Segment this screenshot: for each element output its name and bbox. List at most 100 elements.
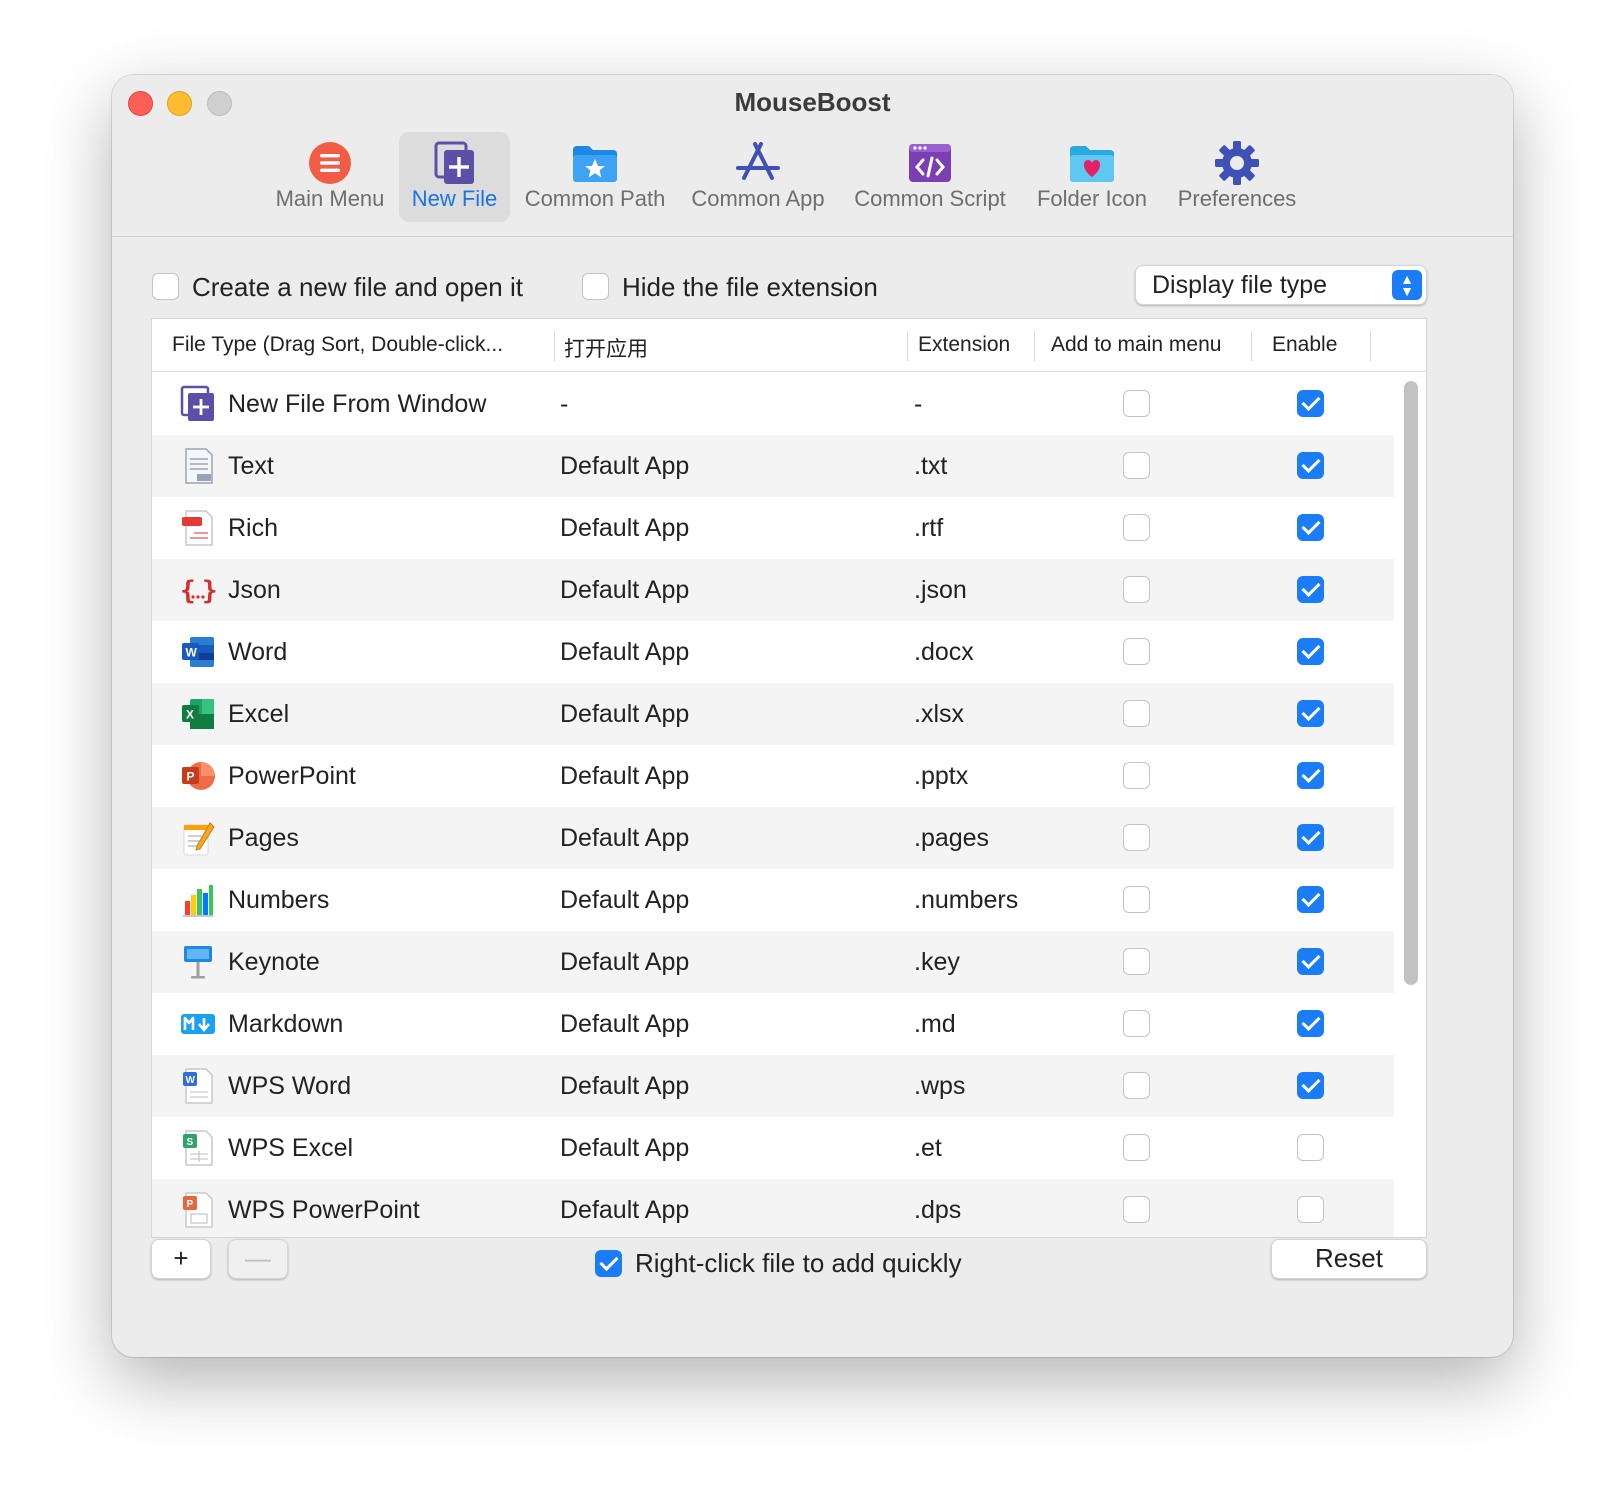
open-app-value[interactable]: Default App xyxy=(560,1010,689,1039)
enable-checkbox[interactable] xyxy=(1297,700,1324,727)
table-row[interactable]: New File From Window - - xyxy=(152,373,1394,435)
extension-value: .rtf xyxy=(914,514,944,542)
enable-checkbox[interactable] xyxy=(1297,514,1324,541)
tab-new-file[interactable]: New File xyxy=(399,132,510,222)
open-app-value[interactable]: Default App xyxy=(560,1134,689,1163)
remove-file-type-button[interactable]: — xyxy=(228,1239,288,1279)
table-row[interactable]: P PowerPoint Default App .pptx xyxy=(152,745,1394,807)
enable-checkbox[interactable] xyxy=(1297,576,1324,603)
table-header: File Type (Drag Sort, Double-click... 打开… xyxy=(152,319,1426,372)
add-main-menu-checkbox[interactable] xyxy=(1123,824,1150,851)
open-app-value[interactable]: Default App xyxy=(560,700,689,729)
create-open-checkbox[interactable] xyxy=(152,273,179,300)
tab-folder-icon[interactable]: Folder Icon xyxy=(1030,132,1154,222)
open-app-value[interactable]: Default App xyxy=(560,1072,689,1101)
table-row[interactable]: Markdown Default App .md xyxy=(152,993,1394,1055)
table-row[interactable]: Keynote Default App .key xyxy=(152,931,1394,993)
table-row[interactable]: W WPS Word Default App .wps xyxy=(152,1055,1394,1117)
table-row[interactable]: X Excel Default App .xlsx xyxy=(152,683,1394,745)
table-body: New File From Window - - Text Default App .tx… xyxy=(152,373,1394,1237)
reset-button[interactable]: Reset xyxy=(1271,1239,1427,1279)
svg-text:}: } xyxy=(202,576,216,606)
column-divider[interactable] xyxy=(1034,331,1035,361)
table-row[interactable]: P WPS PowerPoint Default App .dps xyxy=(152,1179,1394,1237)
add-main-menu-checkbox[interactable] xyxy=(1123,700,1150,727)
powerpoint-icon: P xyxy=(180,757,216,795)
open-app-value[interactable]: Default App xyxy=(560,514,689,543)
add-main-menu-checkbox[interactable] xyxy=(1123,1010,1150,1037)
open-app-value[interactable]: Default App xyxy=(560,452,689,481)
column-header-extension[interactable]: Extension xyxy=(918,333,1010,357)
open-app-value[interactable]: Default App xyxy=(560,886,689,915)
enable-checkbox[interactable] xyxy=(1297,1072,1324,1099)
table-row[interactable]: Text Default App .txt xyxy=(152,435,1394,497)
table-row[interactable]: Pages Default App .pages xyxy=(152,807,1394,869)
column-header-enable[interactable]: Enable xyxy=(1272,333,1337,357)
tab-common-script[interactable]: Common Script xyxy=(850,132,1010,222)
right-click-add-checkbox[interactable] xyxy=(595,1250,622,1277)
enable-checkbox[interactable] xyxy=(1297,886,1324,913)
add-main-menu-checkbox[interactable] xyxy=(1123,452,1150,479)
add-main-menu-checkbox[interactable] xyxy=(1123,886,1150,913)
column-divider[interactable] xyxy=(907,331,908,361)
wps-powerpoint-icon: P xyxy=(180,1191,216,1229)
hide-extension-checkbox[interactable] xyxy=(582,273,609,300)
extension-value: .key xyxy=(914,948,960,976)
table-row[interactable]: {} Json Default App .json xyxy=(152,559,1394,621)
add-main-menu-checkbox[interactable] xyxy=(1123,1134,1150,1161)
column-divider[interactable] xyxy=(1251,331,1252,361)
titlebar: MouseBoost Main Menu New File Common Pat… xyxy=(112,75,1513,237)
column-header-file-type[interactable]: File Type (Drag Sort, Double-click... xyxy=(172,333,503,357)
column-divider[interactable] xyxy=(554,331,555,361)
open-app-value[interactable]: Default App xyxy=(560,824,689,853)
column-header-open-app[interactable]: 打开应用 xyxy=(564,333,648,363)
enable-checkbox[interactable] xyxy=(1297,1196,1324,1223)
open-app-value[interactable]: Default App xyxy=(560,576,689,605)
enable-checkbox[interactable] xyxy=(1297,1134,1324,1161)
column-divider[interactable] xyxy=(1370,331,1371,361)
enable-checkbox[interactable] xyxy=(1297,390,1324,417)
enable-checkbox[interactable] xyxy=(1297,762,1324,789)
file-type-name: Excel xyxy=(228,700,290,728)
add-file-type-button[interactable]: + xyxy=(151,1239,211,1279)
open-app-value[interactable]: Default App xyxy=(560,1196,689,1225)
open-app-value[interactable]: Default App xyxy=(560,762,689,791)
add-main-menu-checkbox[interactable] xyxy=(1123,1072,1150,1099)
enable-checkbox[interactable] xyxy=(1297,638,1324,665)
tab-common-app[interactable]: Common App xyxy=(687,132,829,222)
add-main-menu-checkbox[interactable] xyxy=(1123,762,1150,789)
add-main-menu-checkbox[interactable] xyxy=(1123,576,1150,603)
table-row[interactable]: Rich Default App .rtf xyxy=(152,497,1394,559)
column-header-add-main-menu[interactable]: Add to main menu xyxy=(1051,333,1221,357)
file-type-name: New File From Window xyxy=(228,390,487,418)
markdown-icon xyxy=(180,1005,216,1043)
tab-common-path[interactable]: Common Path xyxy=(522,132,668,222)
add-main-menu-checkbox[interactable] xyxy=(1123,390,1150,417)
new-file-icon xyxy=(434,141,474,184)
tab-main-menu-label: Main Menu xyxy=(275,186,385,211)
enable-checkbox[interactable] xyxy=(1297,824,1324,851)
tab-folder-icon-label: Folder Icon xyxy=(1036,186,1148,211)
open-app-value[interactable]: Default App xyxy=(560,638,689,667)
display-type-select[interactable]: Display file type ▲ ▼ xyxy=(1135,265,1427,305)
add-main-menu-checkbox[interactable] xyxy=(1123,638,1150,665)
table-row[interactable]: Numbers Default App .numbers xyxy=(152,869,1394,931)
enable-checkbox[interactable] xyxy=(1297,452,1324,479)
tab-main-menu[interactable]: Main Menu xyxy=(270,132,390,222)
open-app-value[interactable]: Default App xyxy=(560,948,689,977)
excel-icon: X xyxy=(180,695,216,733)
table-row[interactable]: S WPS Excel Default App .et xyxy=(152,1117,1394,1179)
tab-preferences[interactable]: Preferences xyxy=(1172,132,1302,222)
file-type-name: Markdown xyxy=(228,1010,344,1038)
open-app-value[interactable]: - xyxy=(560,390,568,419)
file-type-name: Text xyxy=(228,452,274,480)
add-main-menu-checkbox[interactable] xyxy=(1123,514,1150,541)
add-main-menu-checkbox[interactable] xyxy=(1123,1196,1150,1223)
svg-text:W: W xyxy=(186,1075,196,1086)
keynote-icon xyxy=(180,943,216,981)
table-row[interactable]: W Word Default App .docx xyxy=(152,621,1394,683)
table-scrollbar[interactable] xyxy=(1404,381,1418,985)
add-main-menu-checkbox[interactable] xyxy=(1123,948,1150,975)
enable-checkbox[interactable] xyxy=(1297,1010,1324,1037)
enable-checkbox[interactable] xyxy=(1297,948,1324,975)
